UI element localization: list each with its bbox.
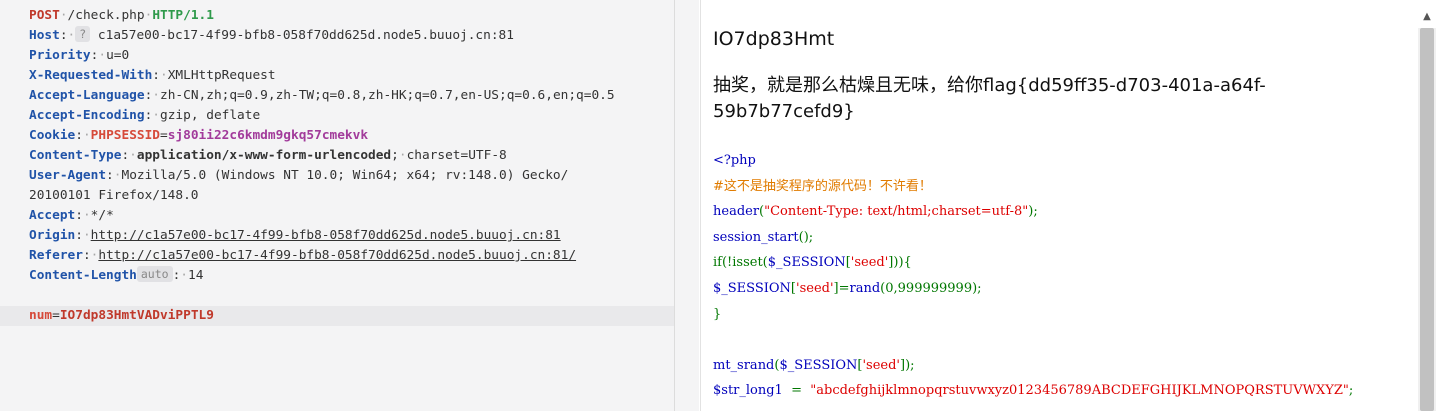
header-value: XMLHttpRequest bbox=[167, 68, 276, 83]
raw-request-editor[interactable]: POST·/check.php·HTTP/1.1 Host:·? c1a57e0… bbox=[0, 6, 674, 326]
header-line: Accept:·*/* bbox=[29, 208, 114, 223]
header-line: Host:·? c1a57e00-bc17-4f99-bfb8-058f70dd… bbox=[29, 26, 514, 43]
request-pane[interactable]: POST·/check.php·HTTP/1.1 Host:·? c1a57e0… bbox=[0, 0, 674, 411]
body-line: num=IO7dp83HmtVADviPPTL9 bbox=[0, 306, 674, 326]
request-path: /check.php bbox=[67, 8, 145, 23]
code-line: header("Content-Type: text/html;charset=… bbox=[713, 199, 1353, 225]
header-name: Content-Length bbox=[29, 268, 137, 283]
code-token: $_SESSION bbox=[779, 357, 858, 373]
header-value: c1a57e00-bc17-4f99-bfb8-058f70dd625d.nod… bbox=[97, 28, 514, 43]
header-line: X-Requested-With:·XMLHttpRequest bbox=[29, 68, 276, 83]
code-line: <?php bbox=[713, 153, 756, 168]
header-name: Accept bbox=[29, 208, 76, 223]
header-line: Cookie:·PHPSESSID=sj80ii22c6kmdm9gkq57cm… bbox=[29, 128, 369, 143]
body-param-name: num bbox=[29, 308, 53, 323]
code-line: if(!isset($_SESSION['seed'])){ bbox=[713, 250, 1353, 276]
response-render-pane[interactable]: IO7dp83Hmt 抽奖，就是那么枯燥且无味，给你flag{dd59ff35-… bbox=[700, 0, 1419, 411]
header-name: Accept-Language bbox=[29, 88, 145, 103]
header-value: zh-CN,zh;q=0.9,zh-TW;q=0.8,zh-HK;q=0.7,e… bbox=[160, 88, 615, 103]
code-token: header bbox=[713, 204, 760, 220]
header-line: Content-Type:·application/x-www-form-url… bbox=[29, 148, 507, 163]
code-token: ; bbox=[1348, 383, 1354, 399]
header-line: Referer:·http://c1a57e00-bc17-4f99-bfb8-… bbox=[29, 248, 577, 263]
header-name: Content-Type bbox=[29, 148, 122, 163]
header-value: */* bbox=[90, 208, 114, 223]
pane-splitter[interactable] bbox=[674, 0, 691, 411]
header-value: 20100101 Firefox/148.0 bbox=[29, 188, 199, 203]
code-line: } bbox=[713, 306, 722, 322]
code-line: $_SESSION['seed']=rand(0,999999999); bbox=[713, 276, 1353, 302]
response-title: IO7dp83Hmt bbox=[713, 28, 835, 50]
http-method: POST bbox=[29, 8, 60, 23]
cookie-name: PHPSESSID bbox=[90, 128, 161, 143]
header-name: Accept-Encoding bbox=[29, 108, 145, 123]
code-token: $_SESSION bbox=[767, 255, 846, 271]
header-name: Cookie bbox=[29, 128, 76, 143]
code-token: 'seed' bbox=[862, 357, 900, 373]
referer-url[interactable]: http://c1a57e00-bc17-4f99-bfb8-058f70dd6… bbox=[98, 248, 576, 263]
code-line: session_start(); bbox=[713, 225, 1353, 251]
code-token: rand bbox=[849, 280, 881, 296]
code-line: $str_long1 = "abcdefghijklmnopqrstuvwxyz… bbox=[713, 378, 1353, 404]
http-version: HTTP/1.1 bbox=[152, 8, 214, 23]
header-value: gzip, deflate bbox=[160, 108, 261, 123]
code-token: $_SESSION bbox=[713, 280, 791, 296]
code-token: "abcdefghijklmnopqrstuvwxyz0123456789ABC… bbox=[810, 383, 1349, 399]
host-badge[interactable]: ? bbox=[75, 26, 91, 42]
header-value-rest: charset=UTF-8 bbox=[406, 148, 507, 163]
header-line: Origin:·http://c1a57e00-bc17-4f99-bfb8-0… bbox=[29, 228, 561, 243]
outer-margin bbox=[1436, 0, 1454, 411]
body-param-value: IO7dp83HmtVADviPPTL9 bbox=[59, 308, 214, 323]
code-line: #这不是抽奖程序的源代码！不许看！ bbox=[713, 178, 932, 194]
response-message: 抽奖，就是那么枯燥且无味，给你flag{dd59ff35-d703-401a-a… bbox=[713, 75, 1266, 122]
code-token: $str_long1 bbox=[713, 383, 783, 399]
code-token: ); bbox=[1028, 204, 1038, 220]
header-line-continued: 20100101 Firefox/148.0 bbox=[29, 186, 674, 206]
header-name: Origin bbox=[29, 228, 76, 243]
code-token: (); bbox=[798, 229, 814, 245]
header-line: Content-Length auto:·14 bbox=[29, 266, 204, 283]
header-line: Accept-Encoding:·gzip, deflate bbox=[29, 108, 261, 123]
code-token: session_start bbox=[713, 229, 799, 245]
code-token: if(!isset( bbox=[713, 255, 768, 271]
pane-gap bbox=[690, 0, 699, 411]
code-token: ]); bbox=[900, 357, 915, 373]
header-name: Host bbox=[29, 28, 60, 43]
header-value: u=0 bbox=[106, 48, 130, 63]
code-token: 'seed' bbox=[796, 280, 834, 296]
code-token: mt_srand bbox=[713, 357, 775, 373]
scroll-thumb[interactable] bbox=[1420, 28, 1434, 411]
source-code-block: <?php #这不是抽奖程序的源代码！不许看！ header("Content-… bbox=[713, 148, 1353, 404]
header-value: application/x-www-form-urlencoded bbox=[136, 148, 392, 163]
code-token: 'seed' bbox=[850, 255, 889, 271]
header-value: Mozilla/5.0 (Windows NT 10.0; Win64; x64… bbox=[121, 168, 569, 183]
code-token: "Content-Type: text/html;charset=utf-8" bbox=[764, 204, 1029, 220]
request-line: POST·/check.php·HTTP/1.1 bbox=[29, 8, 214, 23]
header-name: User-Agent bbox=[29, 168, 107, 183]
code-token: (0,999999999); bbox=[880, 280, 982, 296]
header-line: Accept-Language:·zh-CN,zh;q=0.9,zh-TW;q=… bbox=[29, 88, 615, 103]
cookie-value: sj80ii22c6kmdm9gkq57cmekvk bbox=[167, 128, 369, 143]
code-line: mt_srand($_SESSION['seed']); bbox=[713, 353, 1353, 379]
scroll-up-arrow-icon[interactable]: ▲ bbox=[1418, 8, 1436, 26]
header-name: Referer bbox=[29, 248, 83, 263]
header-name: X-Requested-With bbox=[29, 68, 153, 83]
code-token: = bbox=[782, 383, 811, 399]
header-line: User-Agent:·Mozilla/5.0 (Windows NT 10.0… bbox=[29, 168, 569, 183]
header-line: Priority:·u=0 bbox=[29, 48, 130, 63]
origin-url[interactable]: http://c1a57e00-bc17-4f99-bfb8-058f70dd6… bbox=[91, 228, 561, 243]
header-name: Priority bbox=[29, 48, 91, 63]
header-value: 14 bbox=[188, 268, 204, 283]
auto-badge[interactable]: auto bbox=[136, 266, 173, 282]
code-token: ])){ bbox=[888, 255, 912, 271]
code-token: ]= bbox=[833, 280, 850, 296]
